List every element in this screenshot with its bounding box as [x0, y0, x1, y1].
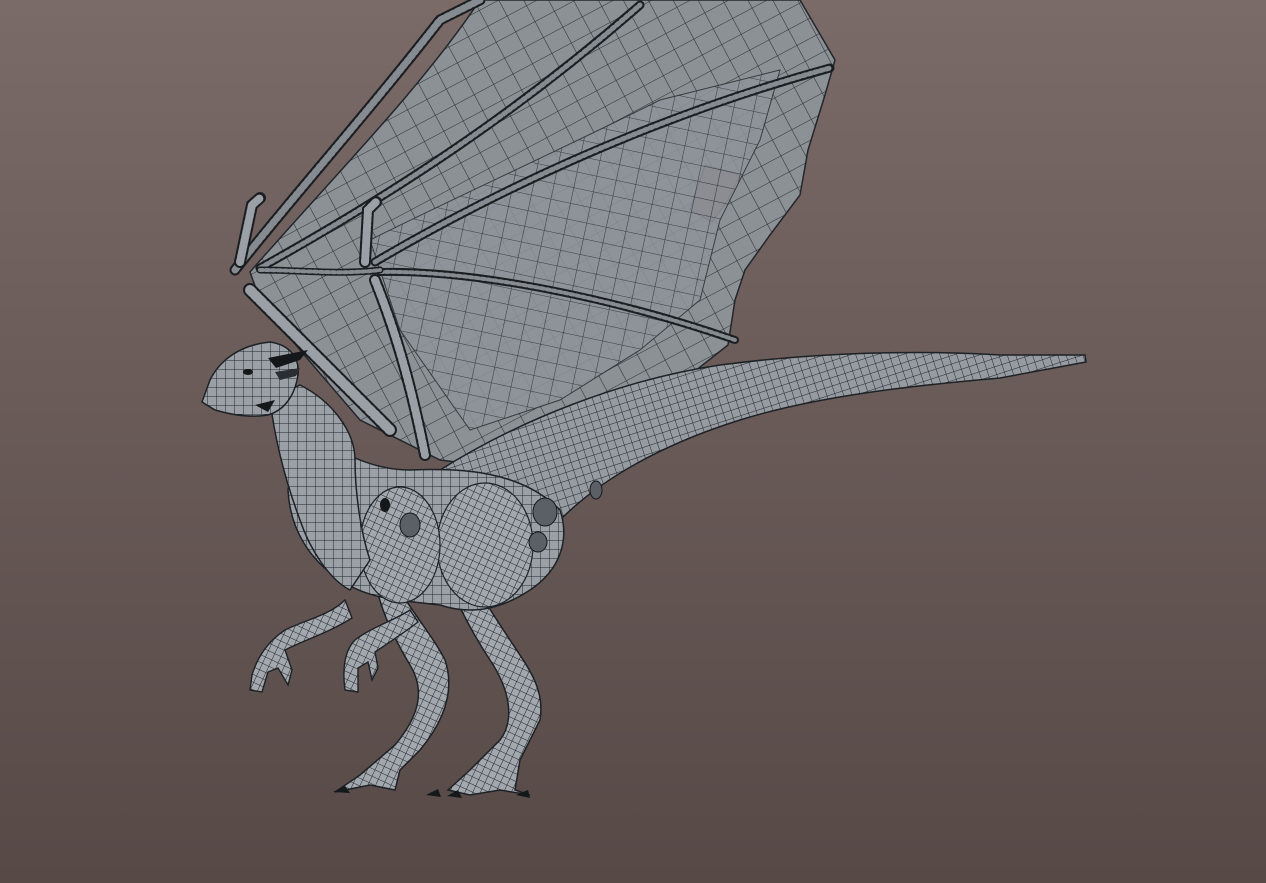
3d-viewport[interactable]	[0, 0, 1266, 883]
dragon-wireframe-model[interactable]	[0, 0, 1266, 883]
model-stage[interactable]	[0, 0, 1266, 883]
